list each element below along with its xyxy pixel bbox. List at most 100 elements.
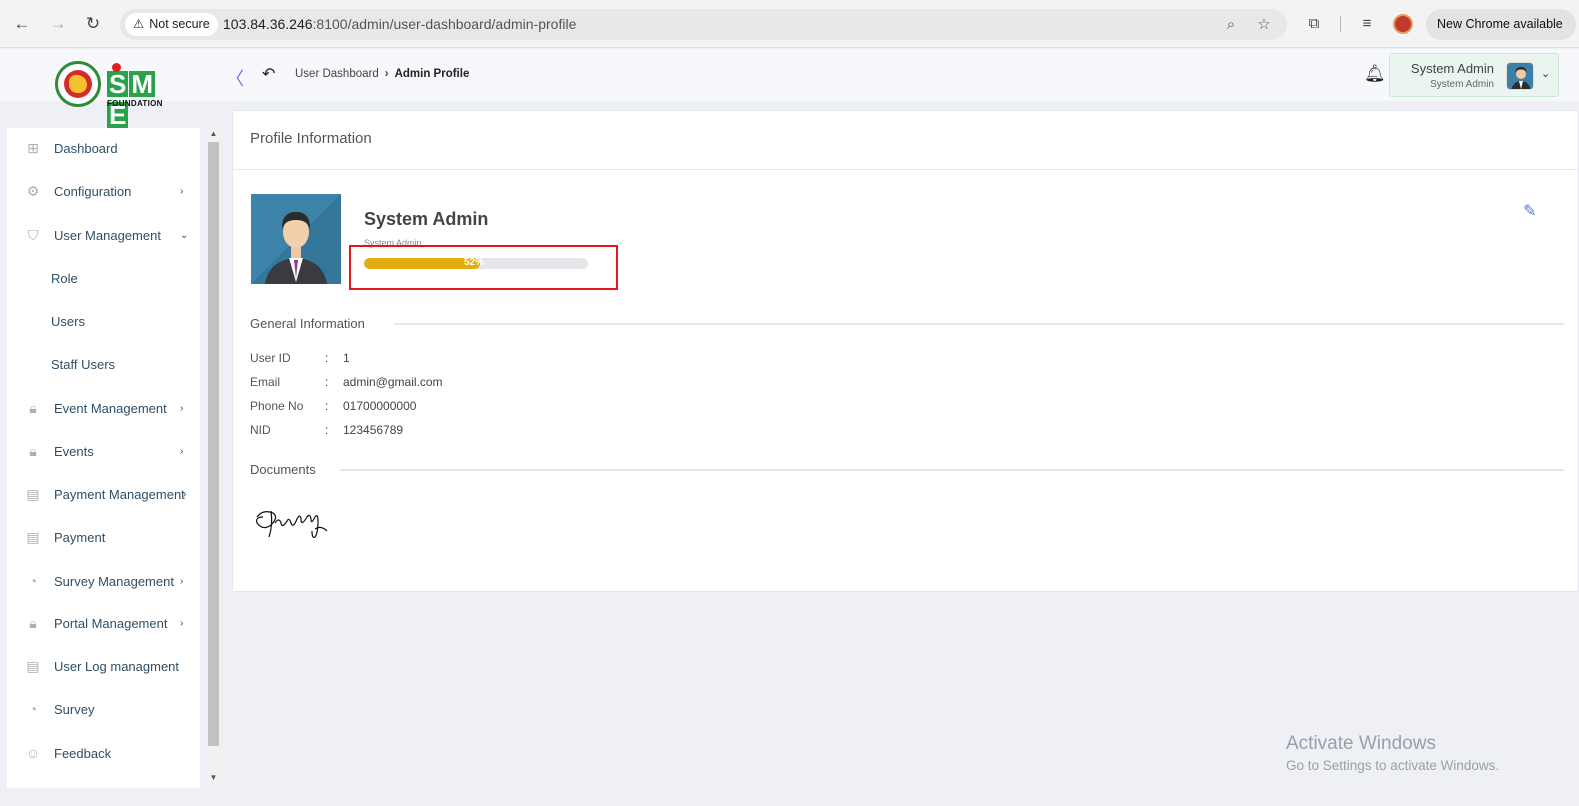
sidebar-item-label: Feedback (54, 745, 112, 761)
sidebar-item-label: Payment (54, 529, 106, 545)
info-row-phone: Phone No : 01700000000 (250, 399, 416, 413)
sidebar-item-payment-management[interactable]: ▤ Payment Management › (7, 482, 200, 506)
sidebar-item-label: Portal Management (54, 615, 168, 631)
chevron-right-icon: › (180, 185, 184, 197)
lock-icon: 🔒︎ (29, 615, 37, 631)
media-queue-icon[interactable]: ≡ (1356, 13, 1378, 35)
sidebar-item-event-management[interactable]: 🔒︎ Event Management › (7, 396, 200, 420)
forward-arrow-icon[interactable]: → (46, 12, 70, 36)
lock-icon: 🔒︎ (29, 400, 37, 416)
info-row-nid: NID : 123456789 (250, 423, 403, 437)
sidebar-item-users[interactable]: Users (7, 309, 200, 333)
browser-toolbar: ← → ↻ ⚠ Not secure 103.84.36.246:8100/ad… (0, 0, 1579, 48)
sidebar-item-staff-users[interactable]: Staff Users (7, 352, 200, 376)
url-path: :8100/admin/user-dashboard/admin-profile (312, 16, 577, 32)
signature-document[interactable] (253, 503, 343, 551)
list-icon: ▤ (26, 529, 40, 545)
collapse-sidebar-icon[interactable]: 〈 (226, 65, 244, 91)
zoom-icon[interactable]: ⌕ (1221, 15, 1241, 35)
scroll-down-icon[interactable]: ▼ (209, 773, 218, 782)
reload-icon[interactable]: ↻ (81, 12, 105, 36)
breadcrumb: User Dashboard › Admin Profile (295, 68, 469, 80)
toolbar-divider (1340, 16, 1341, 32)
grid-icon: ⊞ (27, 140, 39, 156)
undo-back-icon[interactable]: ↶ (262, 64, 275, 84)
sidebar-item-label: Payment Management (54, 486, 185, 502)
sidebar-item-configuration[interactable]: ⚙ Configuration › (7, 179, 200, 203)
info-colon: : (325, 423, 329, 437)
sme-logo[interactable]: S ME FOUNDATION (55, 61, 170, 128)
sidebar-item-label: Dashboard (54, 140, 118, 156)
sidebar-item-survey-management[interactable]: ◔ Survey Management › (7, 569, 200, 593)
sidebar-item-dashboard[interactable]: ⊞ Dashboard (7, 136, 200, 160)
info-value: 01700000000 (343, 399, 417, 413)
divider (233, 169, 1579, 170)
extensions-icon[interactable]: ⧉ (1303, 13, 1325, 35)
scroll-up-icon[interactable]: ▲ (209, 129, 218, 138)
back-arrow-icon[interactable]: ← (10, 12, 34, 36)
card-title: Profile Information (250, 130, 372, 147)
sidebar-item-label: Survey (54, 701, 95, 717)
sidebar-item-label: Survey Management (54, 573, 174, 589)
chevron-right-icon: › (384, 68, 389, 80)
avatar (1506, 62, 1534, 90)
sidebar-scrollbar[interactable]: ▲ ▼ (207, 128, 220, 786)
profile-avatar-icon[interactable] (1393, 14, 1413, 34)
sidebar-item-user-management[interactable]: ⛉ User Management ⌄ (7, 223, 200, 247)
shield-icon: ⛉ (27, 227, 39, 243)
lock-icon: 🔒︎ (29, 443, 37, 459)
url-text[interactable]: 103.84.36.246:8100/admin/user-dashboard/… (223, 9, 576, 40)
app-header: S ME FOUNDATION 〈 ↶ User Dashboard › Admi… (0, 49, 1579, 128)
star-icon[interactable]: ☆ (1254, 15, 1274, 35)
user-menu[interactable]: System Admin System Admin ⌄ (1389, 53, 1559, 97)
security-chip[interactable]: ⚠ Not secure (125, 13, 218, 36)
breadcrumb-admin-profile: Admin Profile (394, 68, 470, 80)
profile-photo (251, 194, 341, 284)
chevron-right-icon: › (183, 488, 187, 500)
sidebar-item-label: Users (51, 313, 85, 329)
new-chrome-button[interactable]: New Chrome available (1426, 9, 1576, 40)
windows-activation-watermark: Activate Windows Go to Settings to activ… (1286, 733, 1499, 773)
sidebar: ⊞ Dashboard ⚙ Configuration › ⛉ User Man… (7, 128, 200, 788)
chevron-down-icon: ⌄ (180, 229, 189, 241)
section-divider (340, 469, 1564, 471)
info-row-email: Email : admin@gmail.com (250, 375, 443, 389)
bell-icon[interactable]: 🔔︎ (1364, 64, 1386, 84)
highlight-box (349, 245, 618, 290)
sidebar-item-events[interactable]: 🔒︎ Events › (7, 439, 200, 463)
sidebar-item-survey[interactable]: ◔ Survey (7, 697, 200, 721)
watermark-line1: Activate Windows (1286, 733, 1436, 754)
scrollbar-thumb[interactable] (208, 142, 219, 746)
chevron-right-icon: › (180, 575, 184, 587)
info-key: Email (250, 375, 281, 389)
pie-icon: ◔ (28, 701, 38, 717)
chevron-right-icon: › (180, 445, 184, 457)
sidebar-item-payment[interactable]: ▤ Payment (7, 525, 200, 549)
sidebar-item-label: Role (51, 270, 78, 286)
section-divider (394, 323, 1564, 325)
sidebar-item-label: Staff Users (51, 356, 116, 372)
settings-icon: ⚙ (26, 183, 40, 199)
info-value: 123456789 (343, 423, 404, 437)
warning-icon: ⚠ (133, 17, 145, 31)
address-bar[interactable]: ⚠ Not secure 103.84.36.246:8100/admin/us… (120, 9, 1287, 40)
general-information-title: General Information (250, 316, 365, 331)
security-label: Not secure (149, 17, 210, 31)
sidebar-item-role[interactable]: Role (7, 266, 200, 290)
sidebar-item-label: Events (54, 443, 94, 459)
info-value: admin@gmail.com (343, 375, 443, 389)
sidebar-item-portal-management[interactable]: 🔒︎ Portal Management › (7, 611, 200, 635)
breadcrumb-user-dashboard[interactable]: User Dashboard (295, 68, 379, 80)
sidebar-item-label: User Management (54, 227, 161, 243)
list-icon: ▤ (26, 486, 40, 502)
feedback-icon: ☺ (25, 745, 41, 761)
user-role: System Admin (1430, 79, 1494, 90)
sidebar-item-label: User Log managment (54, 658, 180, 674)
sidebar-item-feedback[interactable]: ☺ Feedback (7, 741, 200, 765)
sidebar-item-user-log[interactable]: ▤ User Log managment (7, 654, 200, 678)
edit-icon[interactable]: ✎ (1523, 201, 1536, 221)
info-key: User ID (250, 351, 291, 365)
sidebar-item-label: Configuration (54, 183, 132, 199)
pie-icon: ◔ (28, 573, 38, 589)
info-row-user-id: User ID : 1 (250, 351, 350, 365)
